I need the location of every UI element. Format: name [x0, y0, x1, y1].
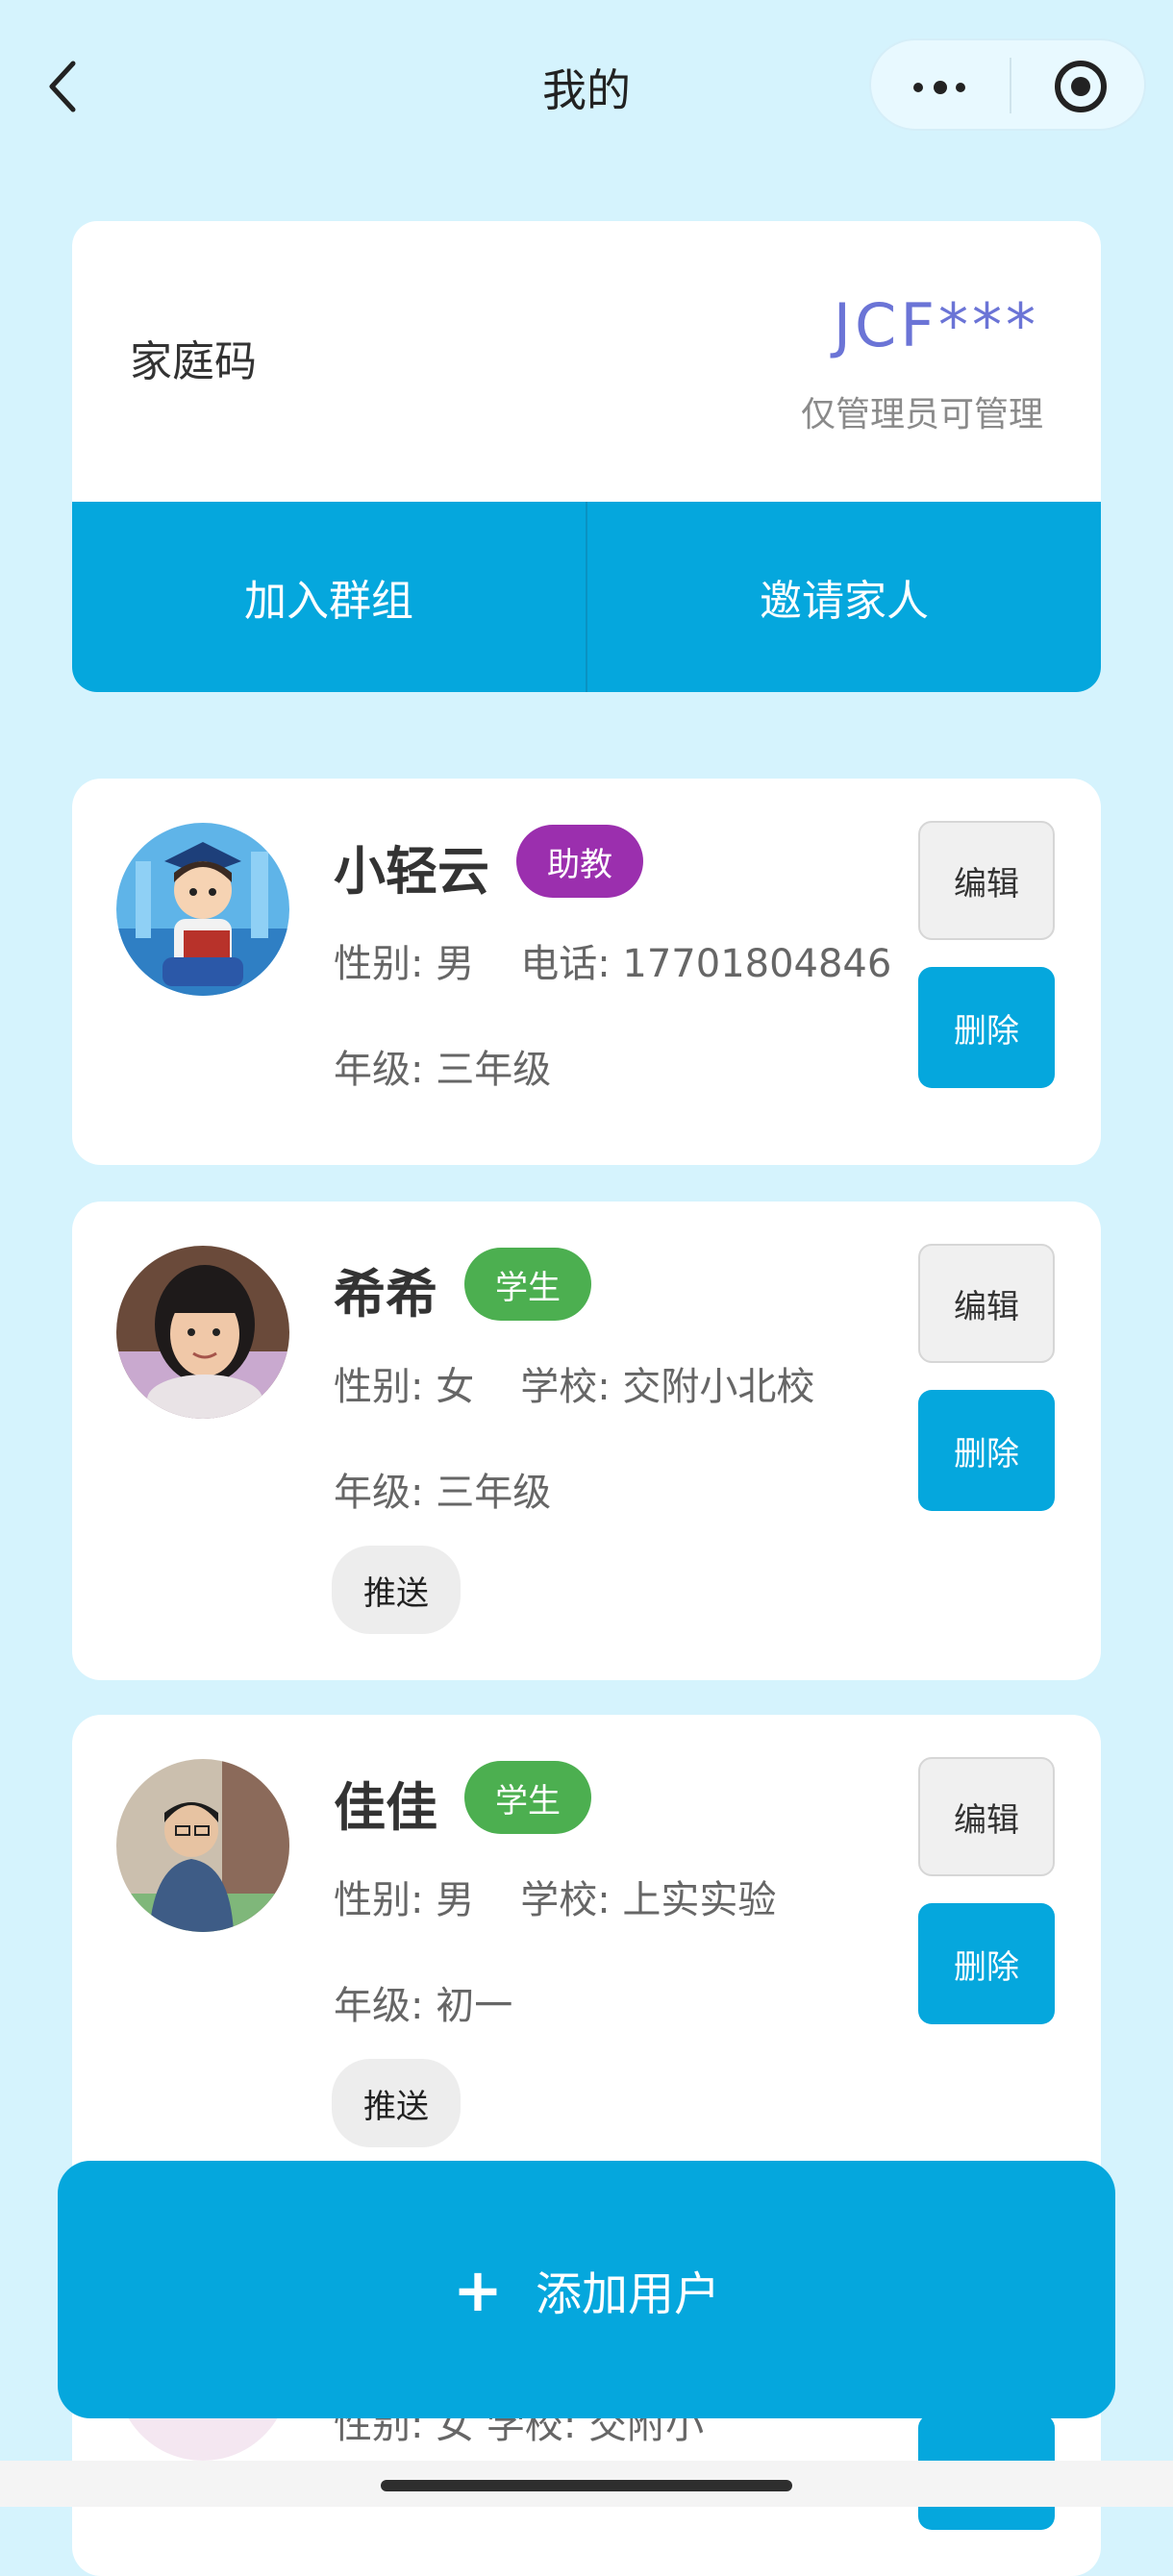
home-indicator[interactable] — [381, 2480, 792, 2491]
add-user-button[interactable]: + 添加用户 — [58, 2161, 1115, 2418]
push-button[interactable]: 推送 — [332, 1546, 461, 1634]
avatar — [116, 1246, 289, 1419]
member-school: 学校: 上实实验 — [520, 1878, 777, 1922]
more-dots-icon[interactable] — [913, 73, 971, 102]
member-gender: 性别: 女 — [334, 1365, 475, 1409]
member-info: 性别: 男 学校: 上实实验 — [334, 1869, 776, 1924]
member-gender: 性别: 男 — [334, 942, 475, 986]
member-name: 小轻云 — [334, 841, 489, 902]
family-code-value: JCF*** — [833, 290, 1039, 360]
member-gender: 性别: 男 — [334, 1878, 475, 1922]
avatar — [116, 823, 289, 996]
role-badge: 学生 — [464, 1761, 591, 1834]
capsule-divider — [1010, 58, 1011, 113]
member-grade: 年级: 三年级 — [334, 1048, 552, 1092]
edit-button[interactable]: 编辑 — [918, 821, 1055, 940]
plus-icon: + — [453, 2254, 503, 2325]
role-badge: 助教 — [516, 825, 643, 898]
invite-family-button[interactable]: 邀请家人 — [586, 502, 1101, 692]
edit-button[interactable]: 编辑 — [918, 1244, 1055, 1363]
delete-button[interactable]: 删除 — [918, 967, 1055, 1088]
family-code-note: 仅管理员可管理 — [800, 395, 1043, 434]
member-card: 小轻云 助教 性别: 男 电话: 17701804846 年级: 三年级 编辑 删… — [72, 779, 1101, 1165]
member-info: 性别: 男 电话: 17701804846 — [334, 932, 891, 988]
member-grade: 年级: 初一 — [334, 1984, 513, 2028]
role-badge: 学生 — [464, 1248, 591, 1321]
delete-button[interactable]: 删除 — [918, 1390, 1055, 1511]
member-school: 学校: 交附小北校 — [520, 1365, 815, 1409]
family-code-label: 家庭码 — [130, 337, 257, 386]
member-card: 希希 学生 性别: 女 学校: 交附小北校 年级: 三年级 推送 编辑 删除 — [72, 1201, 1101, 1680]
delete-button[interactable]: 删除 — [918, 1903, 1055, 2024]
join-group-button[interactable]: 加入群组 — [72, 502, 586, 692]
edit-button[interactable]: 编辑 — [918, 1757, 1055, 1876]
family-code-actions: 加入群组 邀请家人 — [72, 502, 1101, 692]
member-name: 希希 — [334, 1264, 437, 1325]
member-name: 佳佳 — [334, 1777, 437, 1838]
member-grade: 年级: 三年级 — [334, 1471, 552, 1515]
mini-program-capsule — [869, 38, 1146, 131]
target-circle-icon[interactable] — [1054, 60, 1108, 113]
add-user-label: 添加用户 — [535, 2267, 720, 2321]
push-button[interactable]: 推送 — [332, 2059, 461, 2147]
member-info: 性别: 女 学校: 交附小北校 — [334, 1355, 814, 1411]
avatar — [116, 1759, 289, 1932]
family-code-card: 家庭码 JCF*** 仅管理员可管理 加入群组 邀请家人 — [72, 221, 1101, 692]
member-phone: 电话: 17701804846 — [520, 942, 892, 986]
